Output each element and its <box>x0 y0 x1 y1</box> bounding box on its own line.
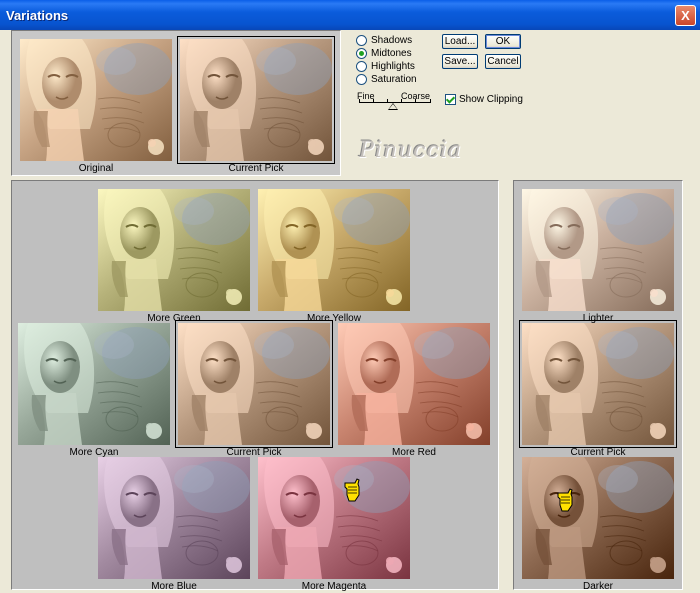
watermark-text: Pinuccia <box>359 138 462 163</box>
more-magenta-image[interactable] <box>258 457 410 579</box>
save-button[interactable]: Save... <box>442 54 478 69</box>
slider-thumb[interactable] <box>388 103 398 110</box>
title-bar: Variations X <box>0 0 700 30</box>
close-icon: X <box>681 8 690 23</box>
lighter-option[interactable]: Lighter <box>522 189 674 324</box>
radio-label: Shadows <box>371 35 413 46</box>
dialog-client: Original Current Pick Shadows Midtones H… <box>3 30 697 592</box>
cancel-button[interactable]: Cancel <box>485 54 521 69</box>
more-red-option[interactable]: More Red <box>338 323 490 458</box>
radio-label: Saturation <box>371 74 417 85</box>
original-image <box>20 39 172 161</box>
radio-button[interactable] <box>356 35 367 46</box>
radio-label: Highlights <box>371 61 415 72</box>
hue-current-image <box>175 320 333 448</box>
slider-tick <box>359 99 360 103</box>
brightness-current-pick: Current Pick <box>519 320 677 458</box>
brightness-current-image <box>519 320 677 448</box>
darker-label: Darker <box>582 581 613 592</box>
original-label: Original <box>78 163 114 174</box>
slider-tick <box>430 99 431 103</box>
more-magenta-option[interactable]: More Magenta <box>258 457 410 592</box>
pointing-hand-icon <box>557 488 573 512</box>
pointing-hand-icon <box>344 478 360 502</box>
more-cyan-option[interactable]: More Cyan <box>18 323 170 458</box>
more-yellow-image[interactable] <box>258 189 410 311</box>
slider-tick <box>401 99 402 103</box>
radio-shadows[interactable]: Shadows <box>356 34 412 47</box>
load-button[interactable]: Load... <box>442 34 478 49</box>
more-green-option[interactable]: More Green <box>98 189 250 324</box>
more-yellow-option[interactable]: More Yellow <box>258 189 410 324</box>
brightness-panel: Lighter Current Pick Darker <box>513 180 683 592</box>
radio-midtones[interactable]: Midtones <box>356 47 412 60</box>
ok-button[interactable]: OK <box>485 34 521 49</box>
darker-image[interactable] <box>522 457 674 579</box>
more-blue-option[interactable]: More Blue <box>98 457 250 592</box>
more-blue-image[interactable] <box>98 457 250 579</box>
slider-tick <box>373 99 374 103</box>
lighter-image[interactable] <box>522 189 674 311</box>
show-clipping-checkbox[interactable] <box>445 94 456 105</box>
radio-button[interactable] <box>356 48 367 59</box>
hue-variations-panel: More Green More Yellow More Cyan Current… <box>11 180 499 592</box>
current-pick-thumbnail: Current Pick <box>177 36 335 174</box>
slider-tick <box>415 99 416 103</box>
radio-button[interactable] <box>356 61 367 72</box>
radio-highlights[interactable]: Highlights <box>356 60 415 73</box>
hue-current-pick: Current Pick <box>175 320 333 458</box>
radio-button[interactable] <box>356 74 367 85</box>
more-red-image[interactable] <box>338 323 490 445</box>
more-cyan-image[interactable] <box>18 323 170 445</box>
current-pick-image <box>177 36 335 164</box>
more-magenta-label: More Magenta <box>301 581 367 592</box>
window-title: Variations <box>6 8 69 23</box>
radio-label: Midtones <box>371 48 412 59</box>
current-pick-label: Current Pick <box>228 163 284 174</box>
more-green-image[interactable] <box>98 189 250 311</box>
radio-saturation[interactable]: Saturation <box>356 73 417 86</box>
more-blue-label: More Blue <box>151 581 197 592</box>
darker-option[interactable]: Darker <box>522 457 674 592</box>
original-thumbnail: Original <box>20 39 172 174</box>
close-button[interactable]: X <box>675 5 696 26</box>
preview-panel: Original Current Pick <box>11 30 341 176</box>
show-clipping-label: Show Clipping <box>459 94 523 105</box>
